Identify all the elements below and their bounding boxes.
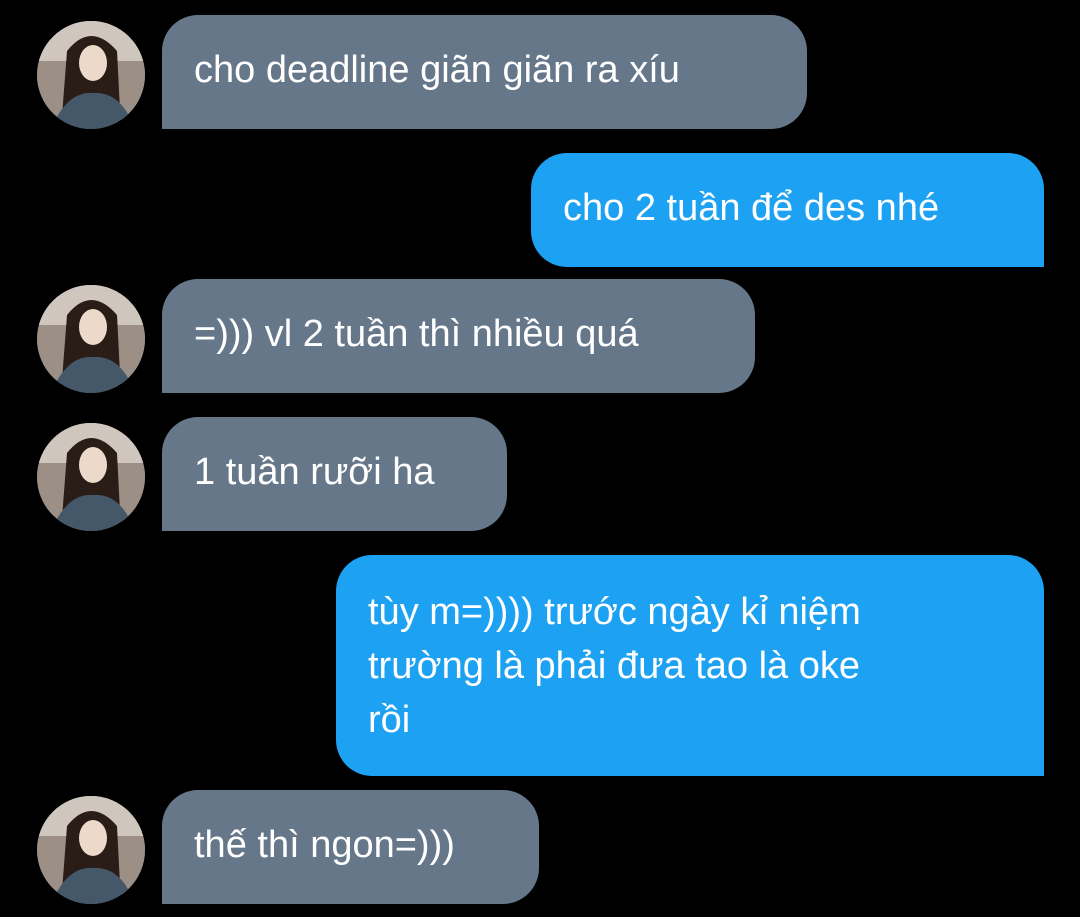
avatar[interactable]: [37, 423, 145, 531]
outgoing-message-bubble[interactable]: cho 2 tuần để des nhé: [531, 153, 1044, 267]
message-text: tùy m=)))) trước ngày kỉ niệm trường là …: [368, 591, 861, 741]
profile-photo-icon: [37, 423, 145, 531]
avatar[interactable]: [37, 285, 145, 393]
message-text: =))) vl 2 tuần thì nhiều quá: [194, 313, 639, 355]
avatar[interactable]: [37, 21, 145, 129]
incoming-message-bubble[interactable]: thế thì ngon=))): [162, 790, 539, 904]
incoming-message-bubble[interactable]: 1 tuần rưỡi ha: [162, 417, 507, 531]
message-text: 1 tuần rưỡi ha: [194, 451, 435, 493]
incoming-message-bubble[interactable]: =))) vl 2 tuần thì nhiều quá: [162, 279, 755, 393]
message-text: thế thì ngon=))): [194, 824, 455, 866]
profile-photo-icon: [37, 21, 145, 129]
outgoing-message-bubble[interactable]: tùy m=)))) trước ngày kỉ niệm trường là …: [336, 555, 1044, 776]
avatar[interactable]: [37, 796, 145, 904]
message-text: cho 2 tuần để des nhé: [563, 187, 940, 229]
profile-photo-icon: [37, 796, 145, 904]
incoming-message-bubble[interactable]: cho deadline giãn giãn ra xíu: [162, 15, 807, 129]
profile-photo-icon: [37, 285, 145, 393]
message-text: cho deadline giãn giãn ra xíu: [194, 49, 680, 91]
